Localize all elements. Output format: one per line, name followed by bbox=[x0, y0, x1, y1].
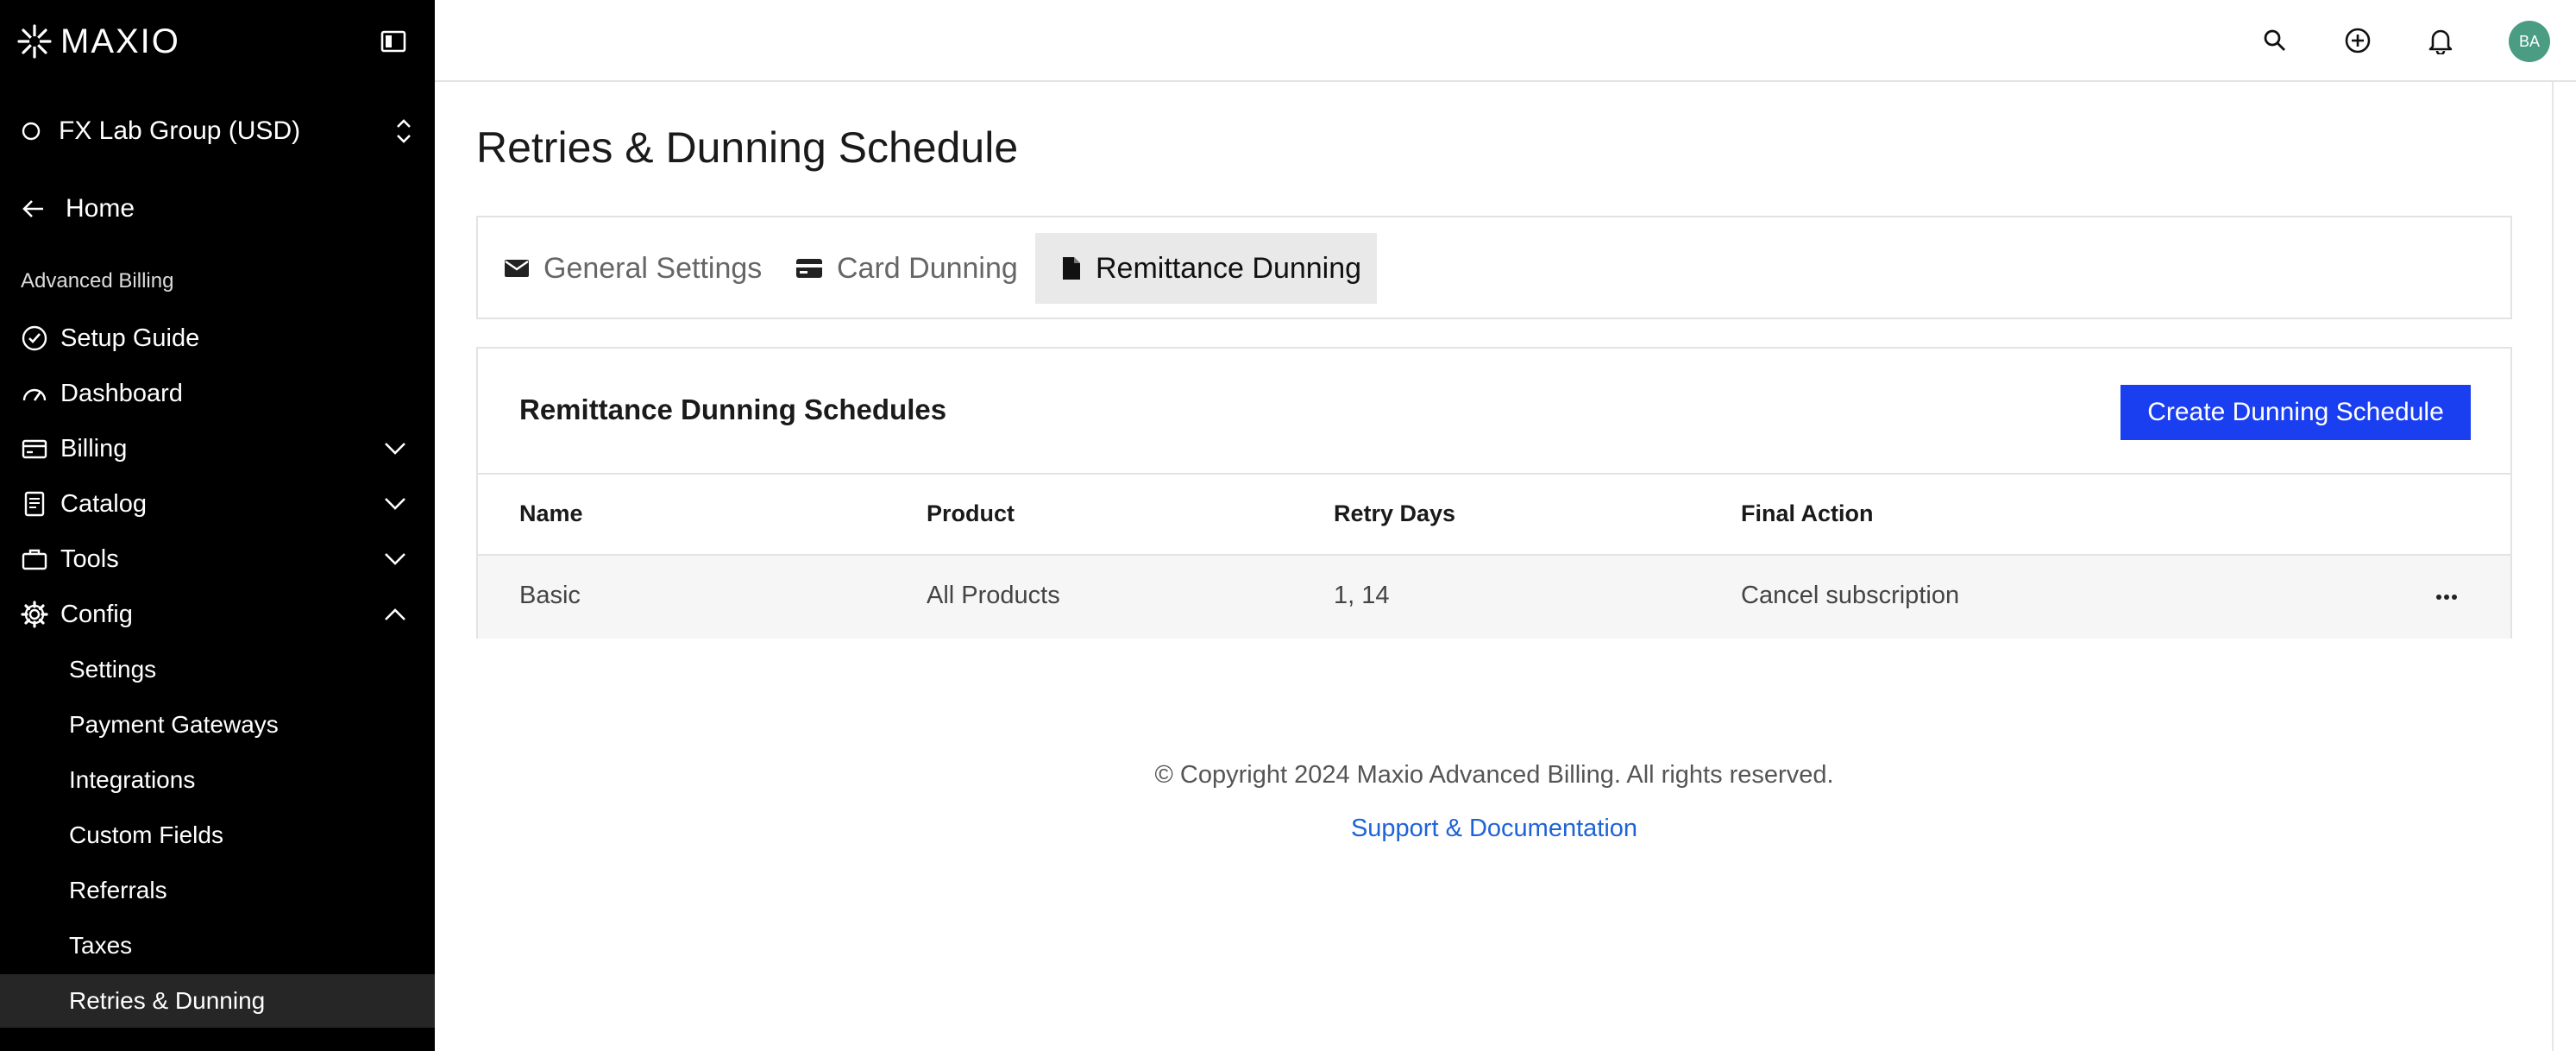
schedules-card: Remittance Dunning Schedules Create Dunn… bbox=[476, 347, 2512, 639]
cell-final-action: Cancel subscription bbox=[1741, 582, 1960, 609]
main-scrollbar-track bbox=[2552, 82, 2554, 1051]
user-avatar[interactable]: BA bbox=[2509, 21, 2550, 62]
tab-label: General Settings bbox=[543, 251, 763, 285]
gauge-icon bbox=[19, 378, 50, 409]
bell-icon bbox=[2428, 29, 2453, 54]
card-header: Remittance Dunning Schedules Create Dunn… bbox=[478, 349, 2510, 475]
support-documentation-link[interactable]: Support & Documentation bbox=[1351, 815, 1637, 842]
column-header-product[interactable]: Product bbox=[927, 500, 1015, 527]
section-label: Advanced Billing bbox=[21, 269, 174, 293]
card-icon bbox=[19, 433, 50, 464]
org-circle-icon bbox=[22, 122, 41, 141]
sidebar-item-label: Setup Guide bbox=[60, 324, 200, 352]
envelope-icon bbox=[505, 260, 529, 277]
credit-card-icon bbox=[796, 259, 822, 278]
card-title: Remittance Dunning Schedules bbox=[519, 393, 947, 425]
search-icon bbox=[2264, 29, 2285, 51]
plus-circle-icon bbox=[2345, 28, 2371, 53]
page-title: Retries & Dunning Schedule bbox=[476, 123, 1019, 172]
sidebar-subitem-referrals[interactable]: Referrals bbox=[0, 864, 435, 917]
maxio-logo-icon bbox=[17, 24, 52, 59]
sidebar-item-tools[interactable]: Tools bbox=[0, 535, 435, 583]
column-header-retry-days[interactable]: Retry Days bbox=[1334, 500, 1455, 527]
briefcase-icon bbox=[19, 544, 50, 575]
home-label: Home bbox=[66, 194, 135, 223]
sidebar-item-dashboard[interactable]: Dashboard bbox=[0, 369, 435, 418]
table-row[interactable]: Basic All Products 1, 14 Cancel subscrip… bbox=[478, 556, 2510, 639]
sidebar-subitem-integrations[interactable]: Integrations bbox=[0, 753, 435, 807]
org-name: FX Lab Group (USD) bbox=[59, 116, 301, 145]
sidebar-item-config[interactable]: Config bbox=[0, 590, 435, 639]
org-switcher[interactable]: FX Lab Group (USD) bbox=[21, 112, 414, 150]
gear-icon bbox=[19, 599, 50, 630]
tab-card-dunning[interactable]: Card Dunning bbox=[770, 233, 1034, 304]
sidebar-subitem-custom-fields[interactable]: Custom Fields bbox=[0, 809, 435, 862]
sidebar-item-billing[interactable]: Billing bbox=[0, 425, 435, 473]
row-actions-button[interactable] bbox=[2428, 578, 2466, 616]
sidebar-subitem-retries-dunning[interactable]: Retries & Dunning bbox=[0, 974, 435, 1028]
cell-product: All Products bbox=[927, 582, 1060, 609]
sidebar-item-catalog[interactable]: Catalog bbox=[0, 480, 435, 528]
sidebar-item-label: Tools bbox=[60, 544, 119, 573]
home-link[interactable]: Home bbox=[21, 190, 135, 228]
document-icon bbox=[19, 488, 50, 519]
chevron-down-icon bbox=[378, 542, 412, 576]
brand-name: MAXIO bbox=[60, 22, 180, 60]
table-header: Name Product Retry Days Final Action bbox=[478, 475, 2510, 556]
sidebar-item-label: Dashboard bbox=[60, 379, 183, 407]
tab-general-settings[interactable]: General Settings bbox=[478, 233, 777, 304]
sidebar-subitem-taxes[interactable]: Taxes bbox=[0, 919, 435, 972]
create-new-button[interactable] bbox=[2338, 21, 2378, 60]
sidebar-item-label: Catalog bbox=[60, 489, 147, 518]
column-header-final-action[interactable]: Final Action bbox=[1741, 500, 1874, 527]
file-icon bbox=[1063, 257, 1080, 280]
chevron-down-icon bbox=[378, 431, 412, 466]
cell-name: Basic bbox=[519, 582, 581, 609]
sidebar-subitem-payment-gateways[interactable]: Payment Gateways bbox=[0, 698, 435, 752]
sidebar-item-label: Billing bbox=[60, 434, 128, 463]
tab-label: Card Dunning bbox=[837, 251, 1018, 285]
tab-remittance-dunning[interactable]: Remittance Dunning bbox=[1035, 233, 1378, 304]
dunning-tabs: General Settings Card Dunning Remittance… bbox=[476, 216, 2512, 319]
sidebar-toggle-icon bbox=[380, 30, 406, 53]
sidebar-item-setup-guide[interactable]: Setup Guide bbox=[0, 314, 435, 362]
footer-copyright: © Copyright 2024 Maxio Advanced Billing.… bbox=[1154, 761, 1834, 789]
search-button[interactable] bbox=[2255, 21, 2295, 60]
more-horizontal-icon bbox=[2436, 595, 2457, 600]
maxio-logo[interactable]: MAXIO bbox=[17, 22, 180, 60]
chevron-down-icon bbox=[378, 487, 412, 521]
footer-link-wrapper: Support & Documentation bbox=[476, 815, 2512, 843]
check-circle-icon bbox=[19, 323, 50, 354]
notifications-button[interactable] bbox=[2421, 21, 2460, 60]
sidebar-collapse-button[interactable] bbox=[378, 26, 409, 57]
tab-label: Remittance Dunning bbox=[1096, 251, 1362, 285]
cell-retry-days: 1, 14 bbox=[1334, 582, 1390, 609]
create-dunning-schedule-button[interactable]: Create Dunning Schedule bbox=[2120, 385, 2471, 440]
sidebar-item-label: Config bbox=[60, 600, 133, 628]
sidebar: MAXIO FX Lab Group (USD) Home Advanced B… bbox=[0, 0, 435, 1051]
chevron-updown-icon bbox=[397, 119, 411, 143]
sidebar-subitem-settings[interactable]: Settings bbox=[0, 643, 435, 696]
chevron-up-icon bbox=[378, 597, 412, 632]
arrow-left-icon bbox=[22, 200, 43, 217]
column-header-name[interactable]: Name bbox=[519, 500, 583, 527]
